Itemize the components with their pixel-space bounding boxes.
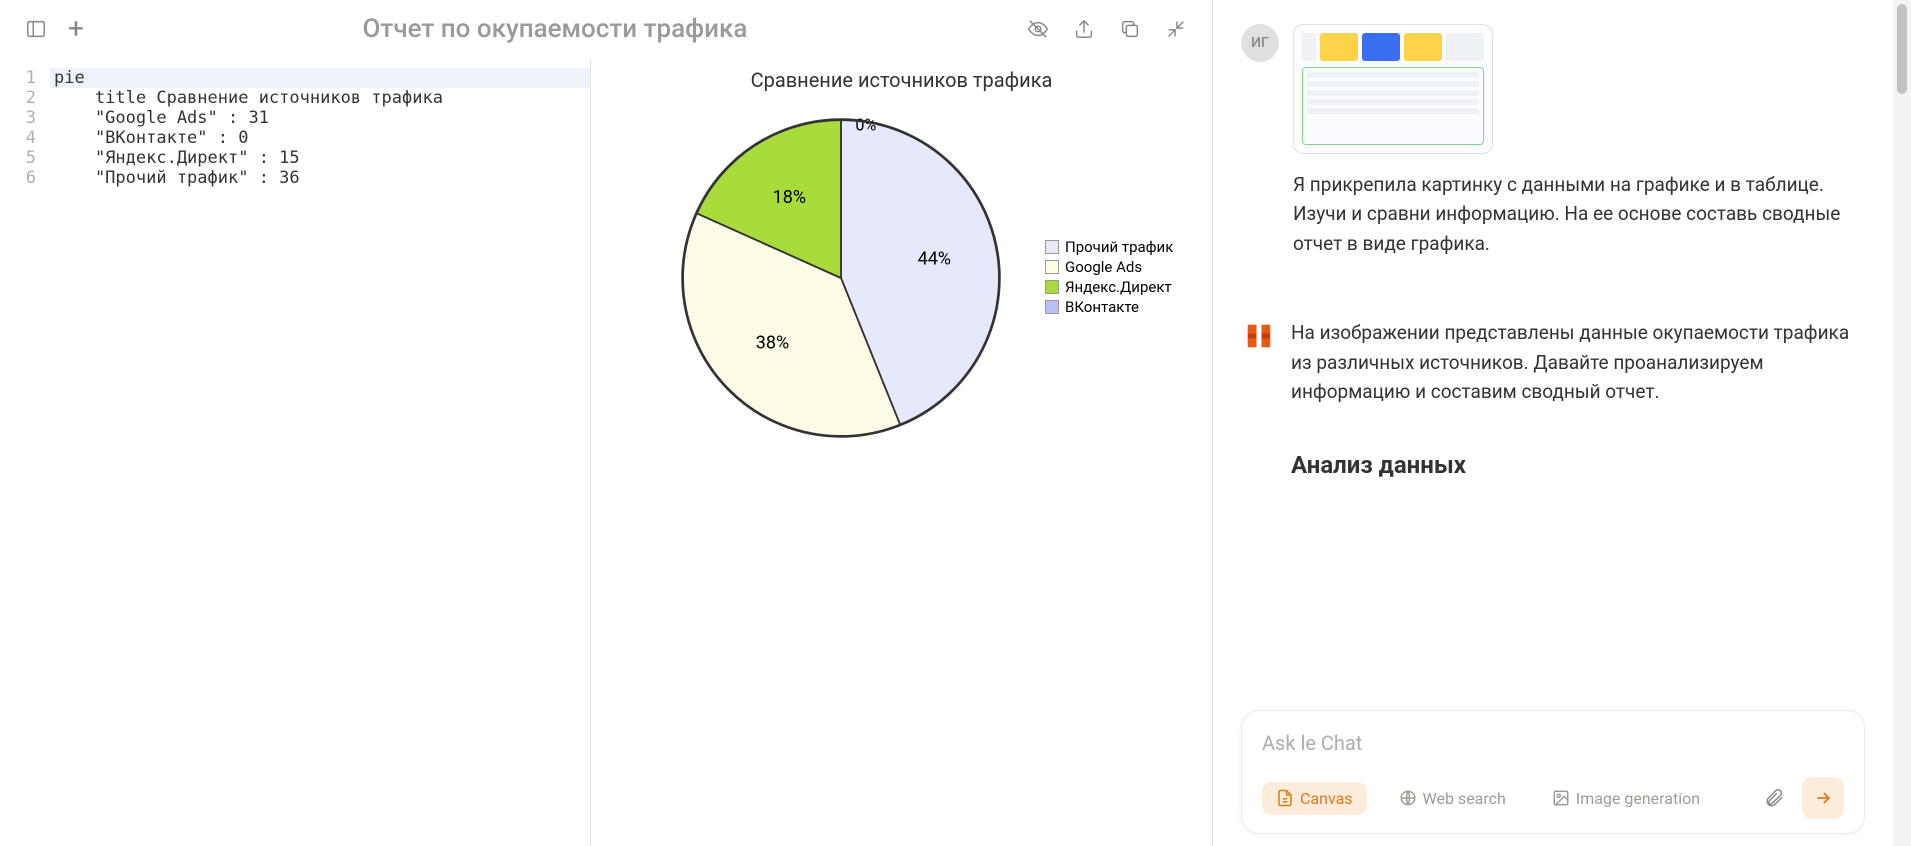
scrollbar[interactable]	[1893, 0, 1911, 846]
assistant-message: На изображении представлены данные окупа…	[1241, 318, 1865, 484]
chat-input-box[interactable]: Ask le Chat Canvas Web search Image gene…	[1241, 710, 1865, 834]
add-tab-button[interactable]: +	[68, 15, 84, 43]
attach-button[interactable]	[1762, 786, 1786, 810]
code-line: 5 "Яндекс.Директ" : 15	[0, 148, 590, 168]
svg-text:38%: 38%	[756, 333, 789, 354]
send-button[interactable]	[1802, 777, 1844, 819]
attached-image-thumbnail[interactable]	[1293, 24, 1493, 154]
legend-item: Прочий трафик	[1045, 238, 1173, 256]
section-heading: Анализ данных	[1291, 447, 1865, 484]
code-line: 4 "ВКонтакте" : 0	[0, 128, 590, 148]
collapse-icon[interactable]	[1164, 17, 1188, 41]
svg-text:0%: 0%	[855, 115, 876, 134]
chat-panel: ИГ Я прикрепила картинку с данными на гр…	[1213, 0, 1893, 846]
assistant-message-text: На изображении представлены данные окупа…	[1291, 318, 1865, 484]
code-editor[interactable]: 1pie 2 title Сравнение источников трафик…	[0, 58, 590, 846]
copy-icon[interactable]	[1118, 17, 1142, 41]
canvas-header: + Отчет по окупаемости трафика	[0, 0, 1212, 58]
share-icon[interactable]	[1072, 17, 1096, 41]
canvas-area: + Отчет по окупаемости трафика 1pie 2 ti…	[0, 0, 1213, 846]
assistant-avatar-icon	[1241, 318, 1277, 354]
scrollbar-thumb[interactable]	[1897, 4, 1907, 94]
chart-title: Сравнение источников трафика	[611, 68, 1192, 92]
svg-text:18%: 18%	[773, 187, 806, 208]
legend-item: Google Ads	[1045, 258, 1173, 276]
chat-input-placeholder: Ask le Chat	[1262, 731, 1844, 755]
legend-item: Яндекс.Директ	[1045, 278, 1173, 296]
code-line: 2 title Сравнение источников трафика	[0, 88, 590, 108]
code-line: 3 "Google Ads" : 31	[0, 108, 590, 128]
panel-toggle-icon[interactable]	[24, 17, 48, 41]
code-line: 1pie	[0, 68, 590, 88]
document-title: Отчет по окупаемости трафика	[100, 14, 1010, 44]
tool-image-generation[interactable]: Image generation	[1538, 782, 1714, 815]
tool-web-search[interactable]: Web search	[1385, 782, 1520, 815]
split-pane: 1pie 2 title Сравнение источников трафик…	[0, 58, 1212, 846]
chart-preview: Сравнение источников трафика 44% 38% 18% 0%…	[590, 58, 1212, 846]
legend-item: ВКонтакте	[1045, 298, 1173, 316]
user-message: ИГ Я прикрепила картинку с данными на гр…	[1241, 24, 1865, 258]
svg-text:44%: 44%	[918, 249, 951, 270]
tool-canvas[interactable]: Canvas	[1262, 782, 1367, 815]
visibility-off-icon[interactable]	[1026, 17, 1050, 41]
code-line: 6 "Прочий трафик" : 36	[0, 168, 590, 188]
user-avatar: ИГ	[1241, 24, 1279, 62]
chart-legend: Прочий трафик Google Ads Яндекс.Директ ВКон…	[1045, 238, 1173, 318]
pie-chart: 44% 38% 18% 0%	[661, 98, 1021, 458]
user-message-text: Я прикрепила картинку с данными на графи…	[1293, 170, 1865, 258]
